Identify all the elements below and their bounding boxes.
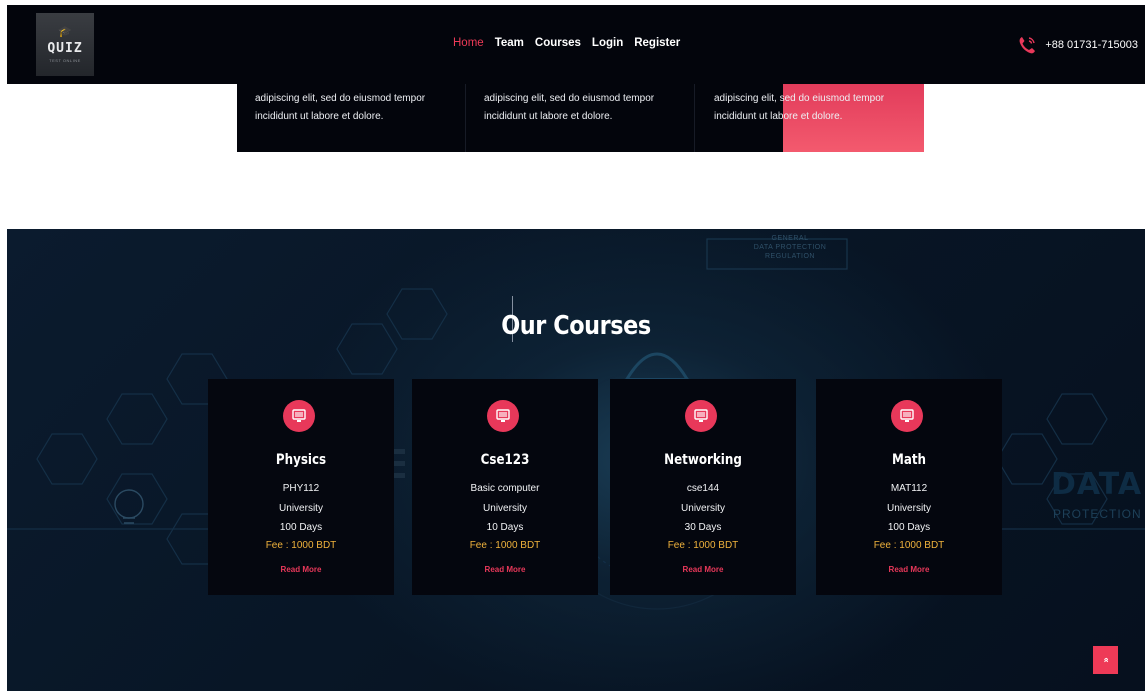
logo-text: QUIZ: [47, 40, 83, 56]
course-name: Math: [891, 452, 927, 468]
main-nav: Home Team Courses Login Register: [453, 37, 680, 49]
graduation-cap-icon: 🎓: [58, 25, 72, 38]
background-gdpr-text: GENERAL DATA PROTECTION REGULATION: [753, 235, 827, 260]
divider: [694, 84, 695, 152]
header: 🎓 QUIZ TEST ONLINE Home Team Courses Log…: [7, 5, 1145, 84]
courses-section: GENERAL DATA PROTECTION REGULATION DATA …: [7, 229, 1145, 691]
course-code: MAT112: [890, 483, 928, 494]
course-fee: Fee : 1000 BDT: [667, 540, 739, 551]
phone-icon: [1017, 35, 1037, 55]
computer-icon: [685, 400, 717, 432]
nav-register[interactable]: Register: [634, 37, 680, 49]
feature-text: incididunt ut labore et dolore.: [255, 111, 384, 122]
computer-icon: [891, 400, 923, 432]
nav-courses[interactable]: Courses: [535, 37, 581, 49]
course-duration: 10 Days: [486, 522, 524, 533]
read-more-link[interactable]: Read More: [412, 565, 598, 574]
double-chevron-up-icon: »: [1100, 657, 1111, 663]
feature-item: adipiscing elit, sed do eiusmod tempor i…: [714, 90, 914, 126]
logo-subtext: TEST ONLINE: [49, 57, 81, 63]
background-protection-text: PROTECTION: [1053, 507, 1142, 521]
course-level: University: [279, 503, 323, 514]
course-level: University: [887, 503, 931, 514]
computer-icon: [487, 400, 519, 432]
section-title: Our Courses: [501, 311, 651, 341]
course-card: Cse123 Basic computer University 10 Days…: [412, 379, 598, 595]
computer-icon: [283, 400, 315, 432]
feature-text: adipiscing elit, sed do eiusmod tempor: [255, 93, 426, 104]
features-strip: adipiscing elit, sed do eiusmod tempor i…: [237, 84, 924, 152]
phone-contact[interactable]: +88 01731-715003: [1017, 35, 1138, 55]
course-code: cse144: [686, 483, 720, 494]
divider: [465, 84, 466, 152]
phone-number: +88 01731-715003: [1045, 39, 1138, 51]
read-more-link[interactable]: Read More: [208, 565, 394, 574]
site-logo[interactable]: 🎓 QUIZ TEST ONLINE: [36, 13, 94, 76]
course-duration: 100 Days: [279, 522, 323, 533]
course-name: Networking: [664, 452, 742, 468]
course-card: Math MAT112 University 100 Days Fee : 10…: [816, 379, 1002, 595]
course-code: PHY112: [282, 483, 320, 494]
feature-text: incididunt ut labore et dolore.: [714, 111, 843, 122]
nav-home[interactable]: Home: [453, 37, 484, 49]
course-level: University: [483, 503, 527, 514]
course-code: Basic computer: [470, 483, 540, 494]
feature-text: incididunt ut labore et dolore.: [484, 111, 613, 122]
read-more-link[interactable]: Read More: [610, 565, 796, 574]
course-name: Cse123: [480, 452, 530, 468]
nav-team[interactable]: Team: [495, 37, 524, 49]
nav-login[interactable]: Login: [592, 37, 623, 49]
course-duration: 30 Days: [684, 522, 722, 533]
feature-item: adipiscing elit, sed do eiusmod tempor i…: [484, 90, 684, 126]
course-card: Physics PHY112 University 100 Days Fee :…: [208, 379, 394, 595]
background-data-text: DATA: [1051, 467, 1143, 502]
course-fee: Fee : 1000 BDT: [469, 540, 541, 551]
course-card: Networking cse144 University 30 Days Fee…: [610, 379, 796, 595]
feature-text: adipiscing elit, sed do eiusmod tempor: [484, 93, 655, 104]
course-name: Physics: [275, 452, 327, 468]
feature-text: adipiscing elit, sed do eiusmod tempor: [714, 93, 885, 104]
feature-item: adipiscing elit, sed do eiusmod tempor i…: [255, 90, 455, 126]
course-level: University: [681, 503, 725, 514]
course-duration: 100 Days: [887, 522, 931, 533]
course-fee: Fee : 1000 BDT: [873, 540, 945, 551]
read-more-link[interactable]: Read More: [816, 565, 1002, 574]
scroll-to-top-button[interactable]: »: [1093, 646, 1118, 674]
course-fee: Fee : 1000 BDT: [265, 540, 337, 551]
